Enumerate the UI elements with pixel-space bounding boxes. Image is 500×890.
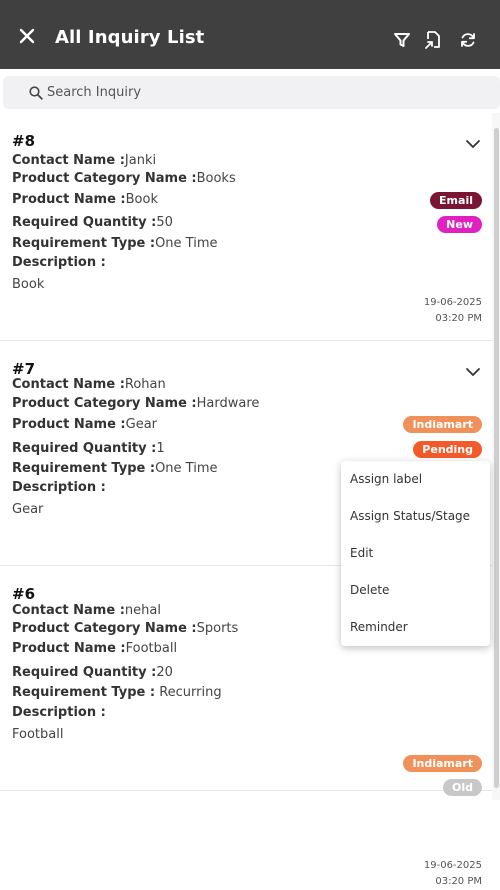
menu-item-assign-label[interactable]: Assign label (350, 472, 422, 486)
product-row: Product Name :Book (12, 192, 158, 207)
contact-label: Contact Name : (12, 603, 125, 618)
contact-value: nehal (124, 603, 161, 618)
product-label: Product Name : (12, 192, 126, 207)
product-value: Book (125, 192, 158, 207)
source-badge: Indiamart (403, 416, 482, 433)
category-label: Product Category Name : (12, 171, 197, 186)
requirement-type-value: One Time (155, 461, 218, 476)
description-label: Description : (12, 480, 106, 495)
product-row: Product Name :Football (12, 641, 177, 656)
quantity-value: 1 (156, 441, 165, 456)
category-label: Product Category Name : (12, 621, 197, 636)
app-bar: All Inquiry List (0, 0, 500, 69)
requirement-type-value: One Time (155, 236, 218, 251)
category-label: Product Category Name : (12, 396, 197, 411)
description-value: Gear (12, 502, 44, 517)
time-text: 03:20 PM (435, 313, 482, 324)
description-value: Book (12, 277, 45, 292)
date-text: 19-06-2025 (423, 297, 482, 308)
inquiry-number: #8 (12, 132, 36, 150)
search-icon (29, 85, 45, 101)
contact-row: Contact Name :nehal (12, 603, 161, 618)
category-value: Books (196, 171, 236, 186)
product-label: Product Name : (12, 417, 126, 432)
description-value: Football (12, 727, 64, 742)
description-row: Description : (12, 480, 106, 495)
contact-label: Contact Name : (12, 153, 125, 168)
category-row: Product Category Name :Hardware (12, 396, 259, 411)
category-value: Sports (196, 621, 239, 636)
quantity-value: 50 (156, 215, 173, 230)
inquiry-number: #7 (12, 360, 36, 378)
status-badge: New (437, 216, 482, 233)
source-badge: Email (430, 192, 482, 209)
contact-label: Contact Name : (12, 377, 125, 392)
chevron-down-icon[interactable] (464, 363, 482, 381)
page-title: All Inquiry List (55, 27, 205, 48)
search-input[interactable]: Search Inquiry (3, 76, 500, 109)
inquiry-number: #6 (12, 585, 36, 603)
requirement-type-row: Requirement Type :One Time (12, 461, 218, 476)
description-row: Description : (12, 255, 106, 270)
quantity-value: 20 (156, 665, 173, 680)
filter-icon[interactable] (391, 29, 413, 51)
inquiry-card[interactable]: #8 Contact Name :Janki Product Category … (0, 113, 492, 341)
quantity-row: Required Quantity :50 (12, 215, 173, 230)
requirement-type-value: Recurring (155, 685, 222, 700)
quantity-label: Required Quantity : (12, 441, 157, 456)
requirement-type-row: Requirement Type :One Time (12, 236, 218, 251)
product-row: Product Name :Gear (12, 417, 157, 432)
quantity-row: Required Quantity :20 (12, 665, 173, 680)
menu-item-edit[interactable]: Edit (350, 546, 373, 560)
requirement-type-row: Requirement Type : Recurring (12, 685, 222, 700)
timestamp: 19-06-2025 03:20 PM (424, 295, 482, 327)
export-icon[interactable] (422, 29, 444, 51)
date-text: 19-06-2025 (423, 860, 482, 871)
time-text: 03:20 PM (435, 876, 482, 887)
contact-value: Rohan (124, 377, 166, 392)
category-row: Product Category Name :Sports (12, 621, 238, 636)
description-label: Description : (12, 705, 106, 720)
product-label: Product Name : (12, 641, 126, 656)
refresh-icon[interactable] (457, 29, 479, 51)
description-row: Description : (12, 705, 106, 720)
menu-item-delete[interactable]: Delete (350, 583, 389, 597)
requirement-type-label: Requirement Type : (12, 236, 156, 251)
scrollbar-thumb[interactable] (494, 128, 499, 788)
source-badge: Indiamart (403, 755, 482, 772)
chevron-down-icon[interactable] (464, 135, 482, 153)
product-value: Football (125, 641, 178, 656)
quantity-row: Required Quantity :1 (12, 441, 165, 456)
contact-row: Contact Name :Janki (12, 153, 156, 168)
product-value: Gear (125, 417, 158, 432)
context-menu: Assign label Assign Status/Stage Edit De… (341, 461, 490, 646)
requirement-type-label: Requirement Type : (12, 461, 156, 476)
category-row: Product Category Name :Books (12, 171, 236, 186)
requirement-type-label: Requirement Type : (12, 685, 156, 700)
description-label: Description : (12, 255, 106, 270)
timestamp: 19-06-2025 03:20 PM (424, 858, 482, 890)
quantity-label: Required Quantity : (12, 215, 157, 230)
quantity-label: Required Quantity : (12, 665, 157, 680)
close-icon[interactable] (15, 24, 39, 48)
contact-value: Janki (124, 153, 157, 168)
search-placeholder: Search Inquiry (47, 85, 142, 100)
contact-row: Contact Name :Rohan (12, 377, 166, 392)
menu-item-reminder[interactable]: Reminder (350, 620, 408, 634)
category-value: Hardware (196, 396, 260, 411)
status-badge: Old (443, 779, 482, 796)
status-badge: Pending (413, 441, 482, 458)
menu-item-assign-status[interactable]: Assign Status/Stage (350, 509, 470, 523)
